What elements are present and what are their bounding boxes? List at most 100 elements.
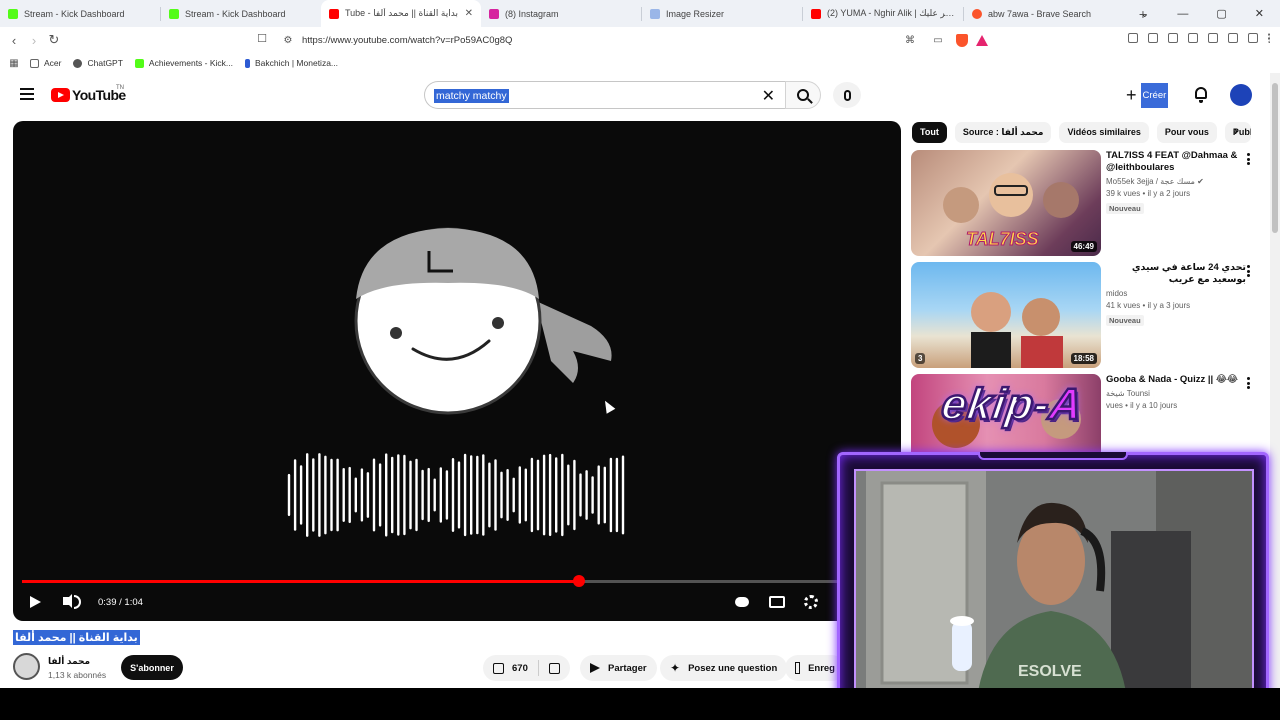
minimize-icon[interactable]: — — [1177, 8, 1188, 20]
volume-icon[interactable] — [63, 594, 81, 609]
account-avatar[interactable] — [1230, 84, 1252, 106]
chip-similar[interactable]: Vidéos similaires — [1059, 121, 1149, 143]
notifications-bell-icon[interactable] — [1195, 87, 1207, 103]
menu-icon[interactable] — [1268, 33, 1272, 43]
channel-avatar[interactable] — [13, 653, 40, 680]
bookmark-chatgpt[interactable]: ChatGPT — [73, 58, 123, 68]
channel-name[interactable]: محمد ألفا — [48, 656, 90, 667]
tab-search-icon[interactable]: ⌄ — [1140, 7, 1149, 20]
video-title[interactable]: Gooba & Nada - Quizz || 😂😂 — [1106, 374, 1246, 386]
browser-tab-7[interactable]: abw 7awa - Brave Search — [964, 0, 1124, 27]
url-field[interactable]: ⚙ https://www.youtube.com/watch?v=rPo59A… — [276, 30, 996, 50]
chip-all[interactable]: Tout — [912, 121, 947, 143]
video-title[interactable]: تحدي 24 ساعة في سيدي بوسعيد مع عريب — [1106, 262, 1246, 286]
bookmark-label: Bakchich | Monetiza... — [255, 58, 339, 68]
video-channel[interactable]: شيخة Tounsi — [1106, 389, 1246, 398]
ask-question-button[interactable]: ✦ Posez une question — [660, 655, 788, 681]
close-window-icon[interactable]: ✕ — [1255, 7, 1264, 20]
hamburger-menu-icon[interactable] — [20, 88, 34, 100]
browser-tab-4[interactable]: (8) Instagram — [481, 0, 641, 27]
recommendation-item[interactable]: 3 18:58 تحدي 24 ساعة في سيدي بوسعيد مع ع… — [911, 262, 1261, 368]
back-icon[interactable]: ‹ — [4, 33, 24, 48]
tab-title: Stream - Kick Dashboard — [185, 8, 286, 19]
video-thumbnail[interactable]: 3 18:58 — [911, 262, 1101, 368]
wallet-icon[interactable] — [1208, 33, 1218, 43]
browser-tab-5[interactable]: Image Resizer — [642, 0, 802, 27]
dislike-icon[interactable] — [548, 662, 560, 674]
more-options-icon[interactable] — [1247, 153, 1250, 165]
chip-source[interactable]: Source : محمد ألفا — [954, 121, 1052, 143]
save-button[interactable]: Enreg — [785, 655, 845, 681]
cast-icon[interactable]: ▭ — [928, 35, 948, 46]
browser-tab-2[interactable]: Stream - Kick Dashboard — [161, 0, 321, 27]
left-eye — [390, 327, 402, 339]
vpn-icon[interactable] — [1248, 33, 1258, 43]
video-meta: vues • il y a 10 jours — [1106, 401, 1178, 410]
search-input[interactable]: matchy matchy ✕ — [424, 81, 785, 109]
search-button[interactable] — [785, 81, 821, 109]
player-controls: 0:39 / 1:04 — [13, 589, 901, 615]
subscribe-button[interactable]: S'abonner — [121, 655, 183, 680]
maximize-icon[interactable]: ▢ — [1216, 7, 1226, 20]
recommendation-item[interactable]: TAL7ISS 46:49 TAL7ISS 4 FEAT @Dahmaa & @… — [911, 150, 1261, 256]
video-title[interactable]: TAL7ISS 4 FEAT @Dahmaa & @leithboulares — [1106, 150, 1246, 174]
brave-search-icon — [972, 8, 982, 19]
leo-icon[interactable] — [1228, 33, 1238, 43]
subtitles-icon[interactable] — [769, 596, 785, 608]
browser-tab-3-active[interactable]: Tube - بداية القناة || محمد ألفا ✕ — [321, 0, 481, 27]
voice-search-button[interactable] — [833, 82, 861, 108]
chip-for-you[interactable]: Pour vous — [1156, 121, 1217, 143]
apps-grid-icon[interactable]: ▦ — [4, 58, 24, 69]
clear-search-icon[interactable]: ✕ — [762, 86, 775, 106]
reload-icon[interactable]: ↻ — [44, 32, 64, 48]
youtube-logo[interactable]: YouTube — [51, 87, 126, 103]
overlay-title-accent: A — [1045, 379, 1087, 431]
sidebar-icon[interactable] — [1188, 33, 1198, 43]
media-icon[interactable] — [1168, 33, 1178, 43]
site-info-icon[interactable]: ⚙ — [278, 35, 298, 46]
chips-next-arrow-icon[interactable]: › — [1234, 124, 1238, 138]
screen: Stream - Kick Dashboard Stream - Kick Da… — [0, 0, 1280, 720]
like-count[interactable]: 670 — [512, 663, 528, 674]
browser-tab-1[interactable]: Stream - Kick Dashboard — [0, 0, 160, 27]
create-label: Créer — [1140, 82, 1169, 108]
bookmark-acer[interactable]: Acer — [30, 58, 61, 68]
autoplay-toggle-icon[interactable] — [735, 597, 749, 607]
video-player[interactable]: 0:39 / 1:04 — [13, 121, 901, 621]
extensions-icon[interactable] — [1128, 33, 1138, 43]
frame-notch-top — [978, 452, 1128, 460]
scrollbar-thumb[interactable] — [1272, 83, 1278, 233]
country-code: TN — [116, 85, 124, 91]
tab-title: Stream - Kick Dashboard — [24, 8, 125, 19]
brave-shields-icon[interactable] — [956, 33, 968, 47]
tab-title: Image Resizer — [666, 8, 725, 19]
bookmark-achievements[interactable]: Achievements - Kick... — [134, 58, 233, 68]
close-tab-icon[interactable]: ✕ — [465, 8, 473, 19]
bookmark-bakchich[interactable]: Bakchich | Monetiza... — [245, 58, 338, 68]
downloads-icon[interactable] — [1148, 33, 1158, 43]
progress-scrubber[interactable] — [572, 575, 585, 587]
like-icon[interactable] — [493, 662, 504, 674]
video-thumbnail[interactable]: TAL7ISS 46:49 — [911, 150, 1101, 256]
share-button[interactable]: Partager — [580, 655, 657, 681]
brave-rewards-icon[interactable] — [976, 34, 988, 46]
create-button[interactable]: + Créer — [1126, 82, 1169, 108]
cartoon-character — [354, 227, 612, 415]
more-options-icon[interactable] — [1247, 377, 1250, 389]
plus-icon: + — [1126, 84, 1137, 105]
forward-icon[interactable]: › — [24, 33, 44, 48]
video-channel[interactable]: Mo55ek 3ejja / مسك عجة ✔ — [1106, 177, 1246, 186]
bookmark-icon[interactable]: ☐ — [252, 32, 272, 45]
settings-gear-icon[interactable] — [804, 595, 818, 609]
play-icon[interactable] — [30, 596, 41, 608]
video-channel[interactable]: midos — [1106, 289, 1246, 298]
browser-tab-6[interactable]: (2) YUMA - Nghir Alik | نغير عليك (C — [803, 0, 963, 27]
page-scrollbar[interactable] — [1270, 73, 1280, 688]
webcam-scene: ESOLVE — [856, 471, 1252, 701]
more-options-icon[interactable] — [1247, 265, 1250, 277]
kick-icon — [8, 8, 18, 19]
overlay-title-main: ekip- — [937, 379, 1054, 431]
translate-icon[interactable]: ⌘ — [900, 35, 920, 46]
progress-bar[interactable] — [22, 575, 892, 587]
chatgpt-icon — [73, 58, 83, 68]
